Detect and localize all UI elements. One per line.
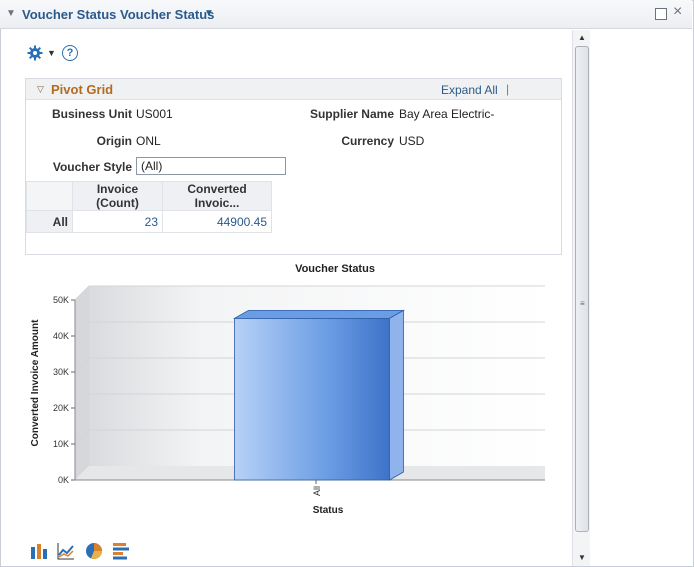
y-tick-label: 40K <box>53 331 69 341</box>
y-tick-label: 10K <box>53 439 69 449</box>
supplier-name-label: Supplier Name <box>309 107 394 121</box>
voucher-status-chart: Voucher Status 0K 10K 20K 30K 40K 50K All Status… <box>30 263 545 516</box>
bar-side[interactable] <box>389 309 404 481</box>
scroll-grip-icon: ≡ <box>580 299 585 308</box>
table-row: All 23 44900.45 <box>26 210 272 233</box>
bar-top[interactable] <box>232 309 406 319</box>
pie-chart-icon[interactable] <box>85 542 103 560</box>
gear-menu-caret-icon[interactable]: ▼ <box>47 48 56 58</box>
pivot-grid-header: ▽ Pivot Grid Expand All | <box>26 79 561 100</box>
origin-label: Origin <box>96 134 132 148</box>
y-tick-label: 50K <box>53 295 69 305</box>
link-separator: | <box>506 82 510 96</box>
line-chart-icon[interactable] <box>57 542 75 560</box>
pagelet-titlebar: ▼ Voucher Status Voucher Status ▼ × <box>0 0 692 29</box>
grid-row-header[interactable]: All <box>26 210 73 233</box>
business-unit-value: US001 <box>136 107 173 121</box>
scroll-down-arrow-icon[interactable]: ▼ <box>573 550 591 566</box>
currency-value: USD <box>399 134 425 148</box>
help-icon[interactable]: ? <box>62 45 78 61</box>
chart-side-wall <box>75 286 89 480</box>
x-axis-label: Status <box>313 505 344 516</box>
grid-corner-cell <box>26 181 73 211</box>
y-tick-label: 20K <box>53 403 69 413</box>
currency-label: Currency <box>341 134 394 148</box>
title-dropdown-icon[interactable]: ▼ <box>204 8 214 19</box>
chart-title: Voucher Status <box>295 263 375 275</box>
y-axis-label: Converted Invoice Amount <box>30 319 41 447</box>
origin-value: ONL <box>136 134 161 148</box>
converted-amount-cell[interactable]: 44900.45 <box>162 210 272 233</box>
pagelet-content: ▼ ? ▽ Pivot Grid Expand All | Business U… <box>0 30 572 567</box>
vertical-scrollbar[interactable]: ▲ ≡ ▼ <box>572 30 590 566</box>
expand-all-link[interactable]: Expand All <box>441 83 498 97</box>
bar[interactable] <box>234 317 390 481</box>
maximize-icon[interactable] <box>655 8 667 20</box>
x-tick-label: All <box>312 486 322 496</box>
pivot-grid-panel: ▽ Pivot Grid Expand All | Business Unit … <box>25 78 562 255</box>
close-icon[interactable]: × <box>673 4 682 20</box>
scroll-thumb[interactable]: ≡ <box>575 46 589 532</box>
y-tick-label: 0K <box>58 475 69 485</box>
y-tick-label: 30K <box>53 367 69 377</box>
pivot-grid-title[interactable]: Pivot Grid <box>51 82 113 97</box>
invoice-count-cell[interactable]: 23 <box>72 210 163 233</box>
chart-type-toolbar <box>30 542 136 560</box>
grid-column-header[interactable]: Invoice (Count) <box>72 181 163 211</box>
grid-column-header[interactable]: Converted Invoic... <box>162 181 272 211</box>
pivot-grid-table: Invoice (Count) Converted Invoic... All … <box>26 181 272 233</box>
business-unit-label: Business Unit <box>51 107 132 121</box>
horizontal-bar-chart-icon[interactable] <box>112 542 130 560</box>
pivot-collapse-icon[interactable]: ▽ <box>37 84 44 95</box>
scroll-up-arrow-icon[interactable]: ▲ <box>573 30 591 46</box>
bar-chart-icon[interactable] <box>30 542 48 560</box>
collapse-caret-icon[interactable]: ▼ <box>6 8 16 19</box>
supplier-name-value: Bay Area Electric- <box>399 107 495 121</box>
voucher-style-label: Voucher Style <box>52 160 132 174</box>
gear-icon[interactable] <box>27 45 43 61</box>
voucher-style-select[interactable]: (All) <box>136 157 286 175</box>
pagelet-title[interactable]: Voucher Status Voucher Status <box>22 7 214 22</box>
